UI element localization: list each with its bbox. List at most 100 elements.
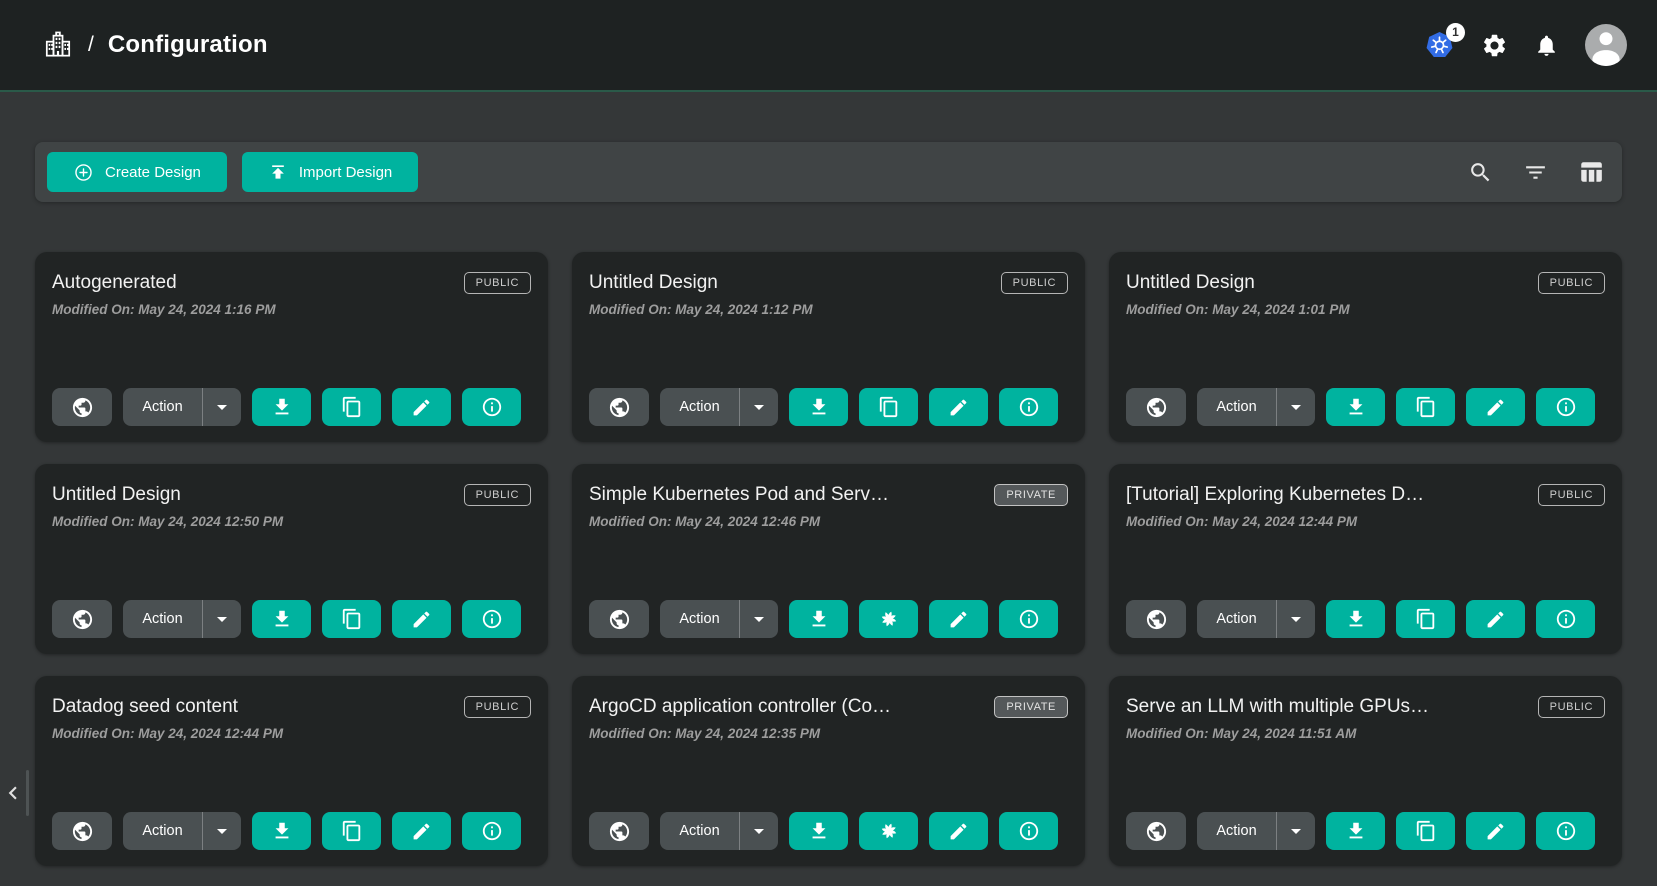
caret-down-icon	[747, 819, 771, 843]
design-card: Simple Kubernetes Pod and Serv… PRIVATE …	[572, 464, 1085, 654]
design-spiral-button[interactable]	[859, 812, 918, 850]
info-button[interactable]	[999, 600, 1058, 638]
info-button[interactable]	[1536, 600, 1595, 638]
import-design-label: Import Design	[299, 164, 392, 181]
modified-on-text: Modified On: May 24, 2024 12:35 PM	[589, 726, 1068, 741]
pencil-icon	[1485, 397, 1506, 418]
action-dropdown-caret[interactable]	[740, 600, 778, 638]
visibility-globe-button[interactable]	[52, 812, 112, 850]
info-button[interactable]	[999, 388, 1058, 426]
action-split-button: Action	[1197, 600, 1315, 638]
info-icon	[1555, 820, 1577, 842]
info-button[interactable]	[462, 812, 521, 850]
create-design-button[interactable]: Create Design	[47, 152, 227, 192]
modified-on-text: Modified On: May 24, 2024 1:01 PM	[1126, 302, 1605, 317]
clone-button[interactable]	[1396, 388, 1455, 426]
spiral-icon	[877, 607, 901, 631]
table-view-icon[interactable]	[1578, 159, 1604, 185]
action-dropdown-caret[interactable]	[740, 388, 778, 426]
import-design-button[interactable]: Import Design	[242, 152, 418, 192]
search-icon[interactable]	[1468, 160, 1493, 185]
design-card-header: Untitled Design PUBLIC	[1126, 272, 1605, 294]
download-button[interactable]	[789, 600, 848, 638]
caret-down-icon	[1284, 395, 1308, 419]
clone-button[interactable]	[1396, 600, 1455, 638]
action-dropdown-caret[interactable]	[1277, 388, 1315, 426]
info-button[interactable]	[462, 388, 521, 426]
action-dropdown-caret[interactable]	[203, 388, 241, 426]
download-button[interactable]	[789, 812, 848, 850]
pencil-icon	[1485, 609, 1506, 630]
download-button[interactable]	[252, 388, 311, 426]
design-spiral-button[interactable]	[859, 600, 918, 638]
action-button[interactable]: Action	[1197, 600, 1276, 638]
visibility-globe-button[interactable]	[1126, 388, 1186, 426]
action-button[interactable]: Action	[1197, 388, 1276, 426]
visibility-globe-button[interactable]	[589, 388, 649, 426]
edit-button[interactable]	[929, 812, 988, 850]
visibility-globe-button[interactable]	[1126, 600, 1186, 638]
download-icon	[271, 608, 293, 630]
download-icon	[808, 396, 830, 418]
action-button[interactable]: Action	[660, 388, 739, 426]
kubernetes-context-button[interactable]: 1	[1424, 30, 1455, 61]
download-button[interactable]	[1326, 388, 1385, 426]
visibility-globe-button[interactable]	[589, 600, 649, 638]
clone-button[interactable]	[859, 388, 918, 426]
clone-button[interactable]	[322, 600, 381, 638]
visibility-globe-button[interactable]	[52, 388, 112, 426]
kubernetes-context-count-badge: 1	[1446, 23, 1465, 42]
action-button[interactable]: Action	[123, 600, 202, 638]
edit-button[interactable]	[1466, 600, 1525, 638]
edit-button[interactable]	[929, 388, 988, 426]
action-dropdown-caret[interactable]	[203, 812, 241, 850]
download-button[interactable]	[789, 388, 848, 426]
info-button[interactable]	[1536, 388, 1595, 426]
info-icon	[481, 820, 503, 842]
visibility-badge: PUBLIC	[464, 484, 531, 506]
clone-button[interactable]	[1396, 812, 1455, 850]
action-dropdown-caret[interactable]	[1277, 812, 1315, 850]
info-button[interactable]	[1536, 812, 1595, 850]
notifications-bell-icon[interactable]	[1534, 33, 1559, 58]
edit-button[interactable]	[1466, 388, 1525, 426]
action-dropdown-caret[interactable]	[740, 812, 778, 850]
download-button[interactable]	[1326, 812, 1385, 850]
sidebar-collapse-handle[interactable]	[0, 766, 29, 820]
info-icon	[481, 608, 503, 630]
download-button[interactable]	[252, 600, 311, 638]
filter-icon[interactable]	[1523, 160, 1548, 185]
design-title: ArgoCD application controller (Co…	[589, 696, 891, 718]
action-button[interactable]: Action	[123, 388, 202, 426]
visibility-globe-button[interactable]	[589, 812, 649, 850]
action-button[interactable]: Action	[660, 812, 739, 850]
visibility-globe-button[interactable]	[52, 600, 112, 638]
edit-button[interactable]	[392, 600, 451, 638]
action-button[interactable]: Action	[1197, 812, 1276, 850]
download-button[interactable]	[252, 812, 311, 850]
download-button[interactable]	[1326, 600, 1385, 638]
action-dropdown-caret[interactable]	[1277, 600, 1315, 638]
info-button[interactable]	[462, 600, 521, 638]
action-dropdown-caret[interactable]	[203, 600, 241, 638]
edit-button[interactable]	[392, 388, 451, 426]
person-icon	[1585, 24, 1627, 66]
action-button[interactable]: Action	[123, 812, 202, 850]
globe-icon	[608, 608, 631, 631]
clone-icon	[878, 396, 900, 418]
clone-icon	[1415, 820, 1437, 842]
clone-button[interactable]	[322, 388, 381, 426]
edit-button[interactable]	[392, 812, 451, 850]
globe-icon	[71, 396, 94, 419]
info-button[interactable]	[999, 812, 1058, 850]
caret-down-icon	[1284, 819, 1308, 843]
edit-button[interactable]	[929, 600, 988, 638]
edit-button[interactable]	[1466, 812, 1525, 850]
user-avatar[interactable]	[1585, 24, 1627, 66]
design-title: Simple Kubernetes Pod and Serv…	[589, 484, 889, 506]
clone-button[interactable]	[322, 812, 381, 850]
visibility-globe-button[interactable]	[1126, 812, 1186, 850]
building-icon[interactable]	[42, 29, 74, 61]
action-button[interactable]: Action	[660, 600, 739, 638]
settings-gear-icon[interactable]	[1481, 32, 1508, 59]
